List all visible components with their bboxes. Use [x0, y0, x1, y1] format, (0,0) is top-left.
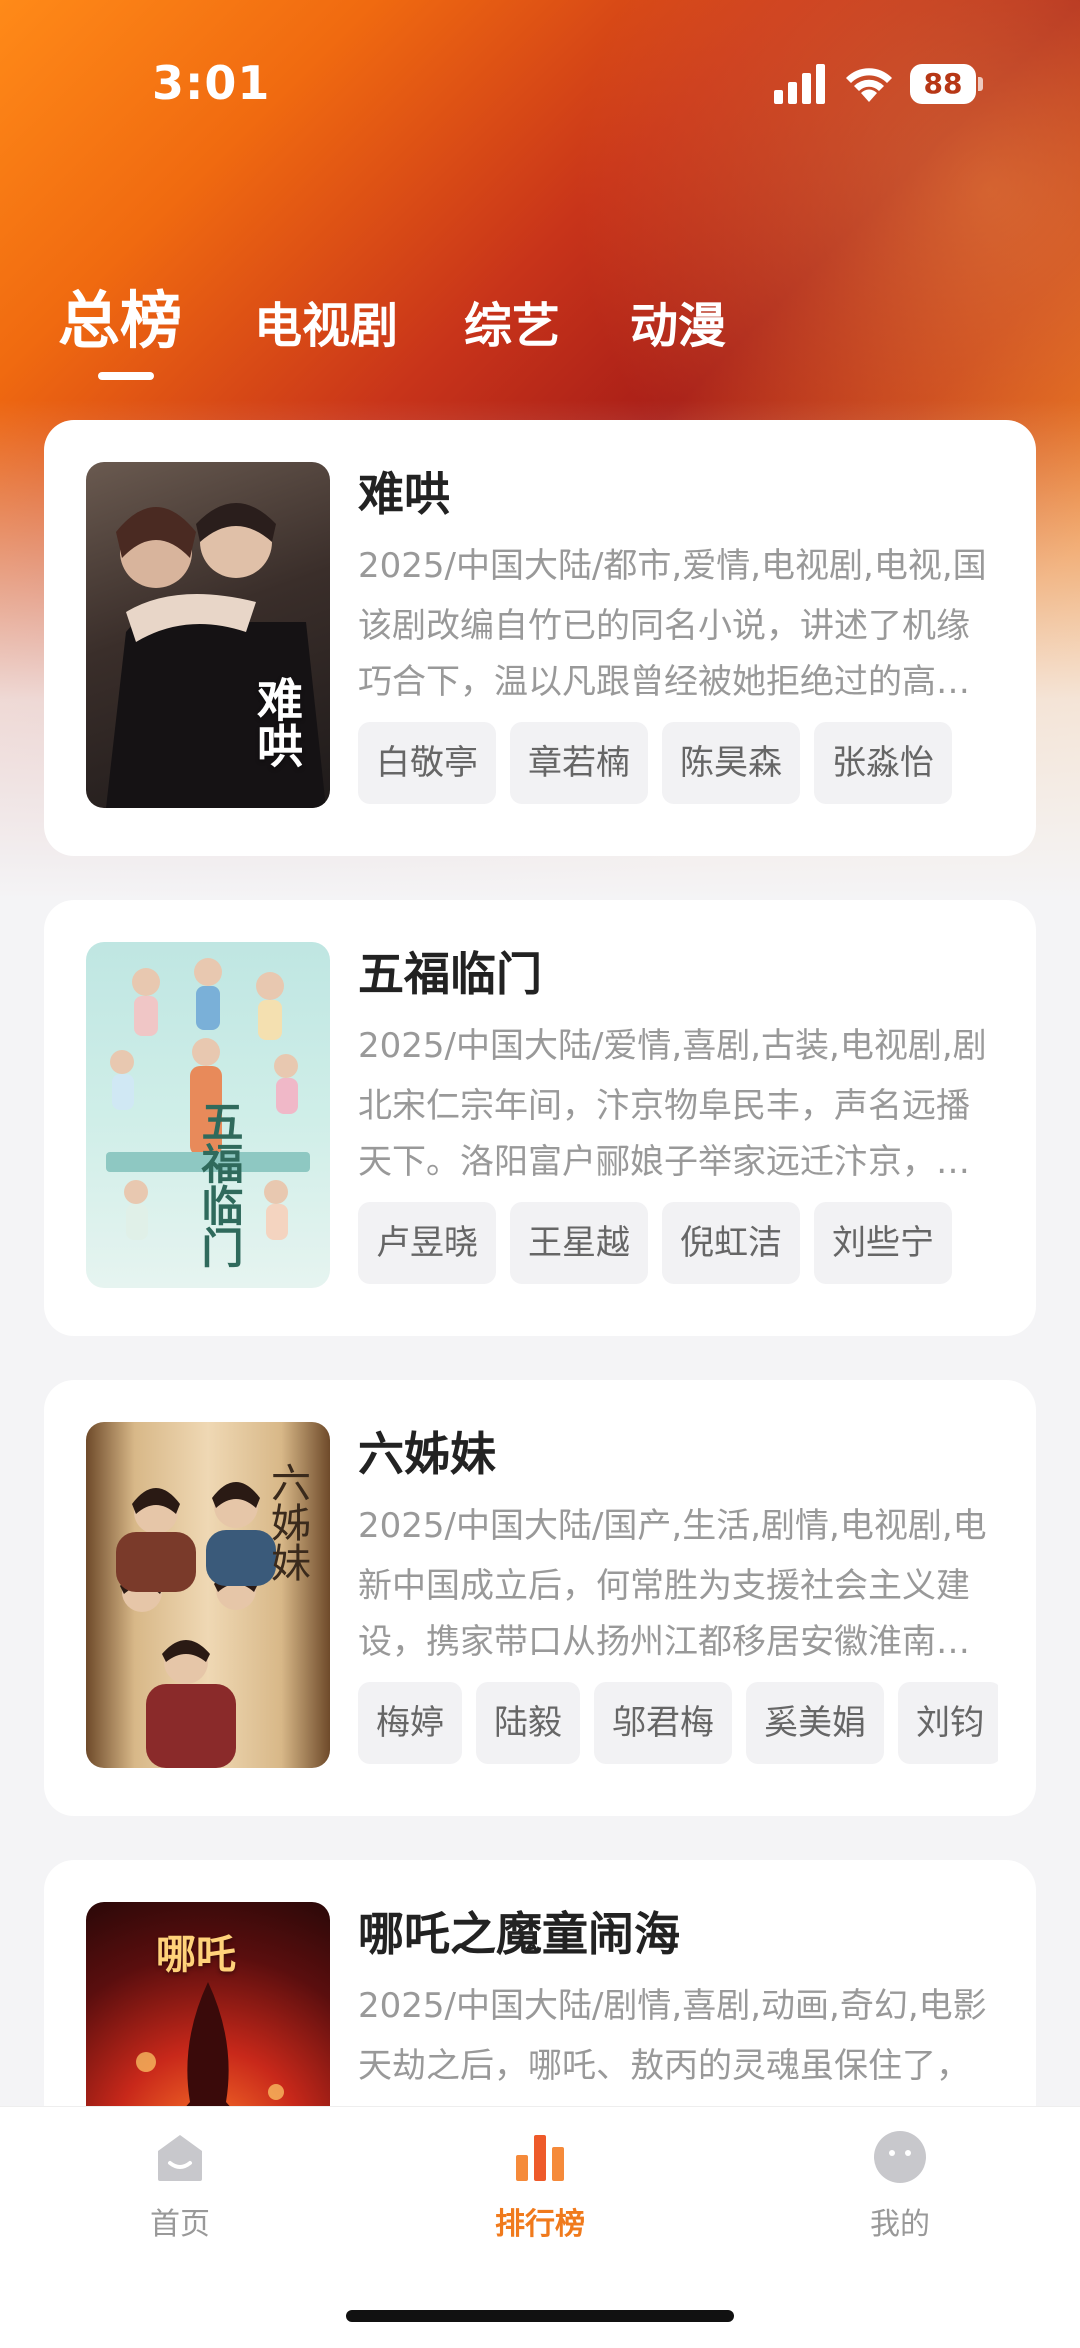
cast-tag[interactable]: 倪虹洁 [662, 1202, 800, 1284]
tab-tv-series[interactable]: 电视剧 [254, 286, 398, 356]
cast-tag[interactable]: 白敬亭 [358, 722, 496, 804]
poster-title: 难哄 [250, 676, 304, 768]
cast-tag[interactable]: 奚美娟 [746, 1682, 884, 1764]
poster-image: 难哄 [86, 462, 330, 808]
tab-anime[interactable]: 动漫 [630, 286, 726, 356]
cast-tag[interactable]: 刘钧 [898, 1682, 998, 1764]
active-tab-indicator [98, 372, 154, 380]
item-title: 哪吒之魔童闹海 [358, 1907, 680, 1961]
card-info: 五福临门 2025/中国大陆/爱情,喜剧,古装,电视剧,剧 北宋仁宗年间，汴京物… [358, 942, 998, 1286]
item-meta: 2025/中国大陆/剧情,喜剧,动画,奇幻,电影 [358, 1986, 987, 2026]
battery-indicator: 88 [910, 64, 983, 104]
cast-tag[interactable]: 卢昱晓 [358, 1202, 496, 1284]
poster-image: 五福临门 [86, 942, 330, 1288]
cast-list: 梅婷 陆毅 邬君梅 奚美娟 刘钧 [358, 1682, 998, 1766]
cast-tag[interactable]: 邬君梅 [594, 1682, 732, 1764]
category-tabs: 总榜 电视剧 综艺 动漫 [0, 260, 1080, 390]
poster-title: 六姊妹 [264, 1462, 310, 1582]
cast-tag[interactable]: 陈昊森 [662, 722, 800, 804]
ranking-card[interactable]: 难哄 难哄 2025/中国大陆/都市,爱情,电视剧,电视,国 该剧改编自竹已的同… [44, 420, 1036, 856]
tab-overall[interactable]: 总榜 [58, 270, 182, 360]
status-bar: 3:01 88 [0, 0, 1080, 170]
nav-ranking[interactable]: 排行榜 [460, 2129, 620, 2243]
home-indicator [346, 2310, 734, 2322]
ranking-icon [516, 2135, 564, 2181]
item-description: 北宋仁宗年间，汴京物阜民丰，声名远播天下。洛阳富户郦娘子举家远迁汴京，… [358, 1086, 970, 1182]
tab-variety[interactable]: 综艺 [464, 286, 560, 356]
item-title: 难哄 [358, 467, 450, 521]
item-title: 六姊妹 [358, 1427, 496, 1481]
ranking-screen: 3:01 88 总榜 电视剧 综艺 动漫 难哄 难哄 2025/中国大陆/都市,… [0, 0, 1080, 2348]
home-icon [158, 2135, 202, 2181]
poster-title: 哪吒 [156, 1931, 236, 1978]
status-time: 3:01 [152, 56, 271, 110]
cellular-signal-icon [774, 64, 825, 104]
poster-image: 六姊妹 [86, 1422, 330, 1768]
cast-tag[interactable]: 章若楠 [510, 722, 648, 804]
wifi-icon [846, 68, 892, 102]
item-meta: 2025/中国大陆/国产,生活,剧情,电视剧,电 [358, 1506, 987, 1546]
nav-home[interactable]: 首页 [100, 2129, 260, 2243]
item-description: 该剧改编自竹已的同名小说，讲述了机缘巧合下，温以凡跟曾经被她拒绝过的高… [358, 606, 970, 702]
cast-tag[interactable]: 张淼怡 [814, 722, 952, 804]
cast-tag[interactable]: 陆毅 [476, 1682, 580, 1764]
item-meta: 2025/中国大陆/爱情,喜剧,古装,电视剧,剧 [358, 1026, 987, 1066]
poster-title: 五福临门 [195, 1100, 244, 1268]
cast-tag[interactable]: 王星越 [510, 1202, 648, 1284]
item-description: 新中国成立后，何常胜为支援社会主义建设，携家带口从扬州江都移居安徽淮南… [358, 1566, 970, 1662]
profile-icon [874, 2131, 926, 2183]
ranking-card[interactable]: 五福临门 五福临门 2025/中国大陆/爱情,喜剧,古装,电视剧,剧 北宋仁宗年… [44, 900, 1036, 1336]
ranking-card[interactable]: 六姊妹 六姊妹 2025/中国大陆/国产,生活,剧情,电视剧,电 新中国成立后，… [44, 1380, 1036, 1816]
nav-label: 我的 [870, 2207, 930, 2242]
cast-tag[interactable]: 梅婷 [358, 1682, 462, 1764]
cast-list: 白敬亭 章若楠 陈昊森 张淼怡 [358, 722, 998, 806]
battery-nub [978, 77, 983, 91]
item-title: 五福临门 [358, 947, 542, 1001]
nav-profile[interactable]: 我的 [820, 2129, 980, 2243]
battery-level: 88 [923, 67, 963, 100]
card-info: 难哄 2025/中国大陆/都市,爱情,电视剧,电视,国 该剧改编自竹已的同名小说… [358, 462, 998, 806]
cast-list: 卢昱晓 王星越 倪虹洁 刘些宁 [358, 1202, 998, 1286]
cast-tag[interactable]: 刘些宁 [814, 1202, 952, 1284]
nav-label: 排行榜 [495, 2207, 585, 2242]
nav-label: 首页 [150, 2207, 210, 2242]
item-meta: 2025/中国大陆/都市,爱情,电视剧,电视,国 [358, 546, 987, 586]
card-info: 六姊妹 2025/中国大陆/国产,生活,剧情,电视剧,电 新中国成立后，何常胜为… [358, 1422, 998, 1766]
